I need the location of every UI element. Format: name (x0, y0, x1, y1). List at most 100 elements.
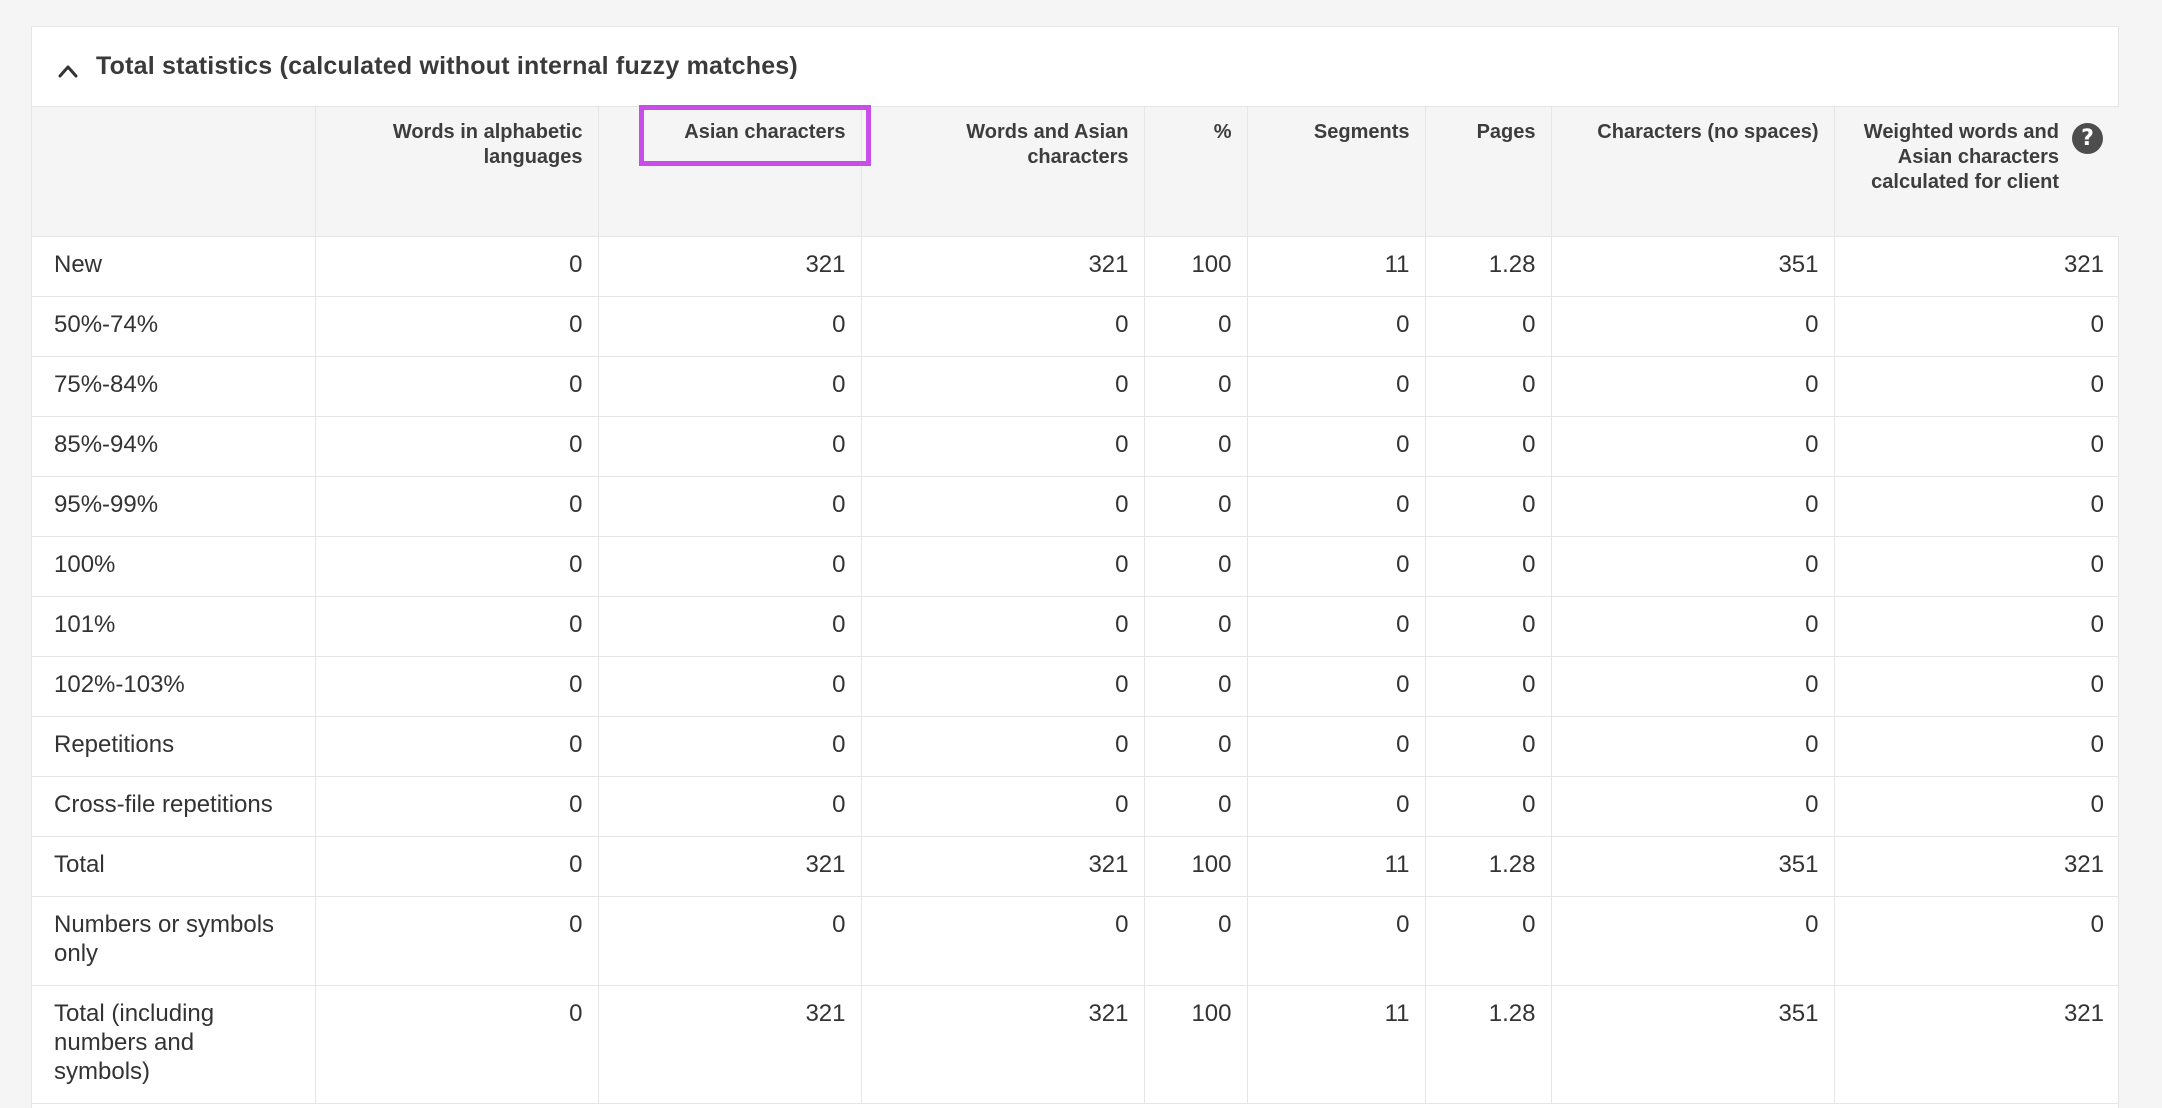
table-cell: 0 (314, 536, 599, 597)
table-cell: 0 (1424, 416, 1552, 477)
table-cell: 321 (597, 985, 862, 1104)
table-cell: 0 (1246, 716, 1426, 777)
table-cell: 0 (314, 896, 599, 986)
table-cell: 321 (597, 236, 862, 297)
row-label: Repetitions (32, 716, 316, 777)
table-cell: 321 (1833, 236, 2119, 297)
table-row-total-including-numbers-and-symbols: Total (including numbers and symbols) 0 32… (32, 985, 2119, 1104)
table-cell: 0 (597, 776, 862, 837)
table-cell: 0 (1550, 596, 1835, 657)
table-cell: 0 (314, 985, 599, 1104)
row-label: 100% (32, 536, 316, 597)
table-cell: 351 (1550, 836, 1835, 897)
table-row-total: Total 0 321 321 100 11 1.28 351 321 (32, 836, 2119, 897)
table-cell: 11 (1246, 985, 1426, 1104)
table-cell: 321 (860, 836, 1145, 897)
table-cell: 0 (1550, 716, 1835, 777)
table-cell: 0 (597, 656, 862, 717)
table-cell: 0 (597, 356, 862, 417)
table-cell: 321 (860, 985, 1145, 1104)
table-cell: 0 (1143, 716, 1248, 777)
row-label: Total (including numbers and symbols) (32, 985, 316, 1104)
table-cell: 0 (860, 416, 1145, 477)
table-cell: 0 (860, 656, 1145, 717)
table-cell: 0 (1424, 356, 1552, 417)
statistics-table: Words in alphabetic languages Asian char… (32, 105, 2119, 1104)
col-header-weighted-words: Weighted words and Asian characters calc… (1833, 106, 2119, 237)
table-cell: 0 (1143, 416, 1248, 477)
col-header-words-alphabetic: Words in alphabetic languages (314, 106, 599, 237)
table-row-cross-file-repetitions: Cross-file repetitions 0 0 0 0 0 0 0 0 (32, 776, 2119, 837)
row-label: 102%-103% (32, 656, 316, 717)
table-cell: 0 (1833, 416, 2119, 477)
row-label: 95%-99% (32, 476, 316, 537)
row-label: 101% (32, 596, 316, 657)
table-cell: 100 (1143, 985, 1248, 1104)
chevron-up-icon[interactable] (54, 57, 82, 85)
table-cell: 0 (1246, 296, 1426, 357)
table-cell: 0 (860, 776, 1145, 837)
table-header-row: Words in alphabetic languages Asian char… (32, 105, 2119, 237)
panel-title: Total statistics (calculated without int… (96, 52, 798, 80)
table-cell: 1.28 (1424, 836, 1552, 897)
table-cell: 11 (1246, 836, 1426, 897)
table-cell: 0 (1424, 536, 1552, 597)
table-cell: 321 (1833, 985, 2119, 1104)
table-cell: 321 (860, 236, 1145, 297)
table-cell: 0 (1550, 476, 1835, 537)
table-row-75-84: 75%-84% 0 0 0 0 0 0 0 0 (32, 356, 2119, 417)
table-cell: 0 (1833, 476, 2119, 537)
table-cell: 351 (1550, 985, 1835, 1104)
table-cell: 0 (597, 716, 862, 777)
table-cell: 0 (1550, 416, 1835, 477)
table-cell: 0 (597, 536, 862, 597)
table-cell: 0 (597, 416, 862, 477)
table-row-101: 101% 0 0 0 0 0 0 0 0 (32, 596, 2119, 657)
table-cell: 0 (1246, 356, 1426, 417)
table-cell: 0 (1424, 896, 1552, 986)
table-cell: 0 (1833, 356, 2119, 417)
table-cell: 0 (860, 716, 1145, 777)
col-header-characters-no-spaces: Characters (no spaces) (1550, 106, 1835, 237)
question-mark-icon[interactable]: ? (2072, 123, 2103, 154)
row-label: 50%-74% (32, 296, 316, 357)
table-cell: 0 (1833, 656, 2119, 717)
table-cell: 0 (1550, 896, 1835, 986)
table-cell: 0 (597, 296, 862, 357)
table-cell: 0 (1550, 536, 1835, 597)
table-cell: 321 (597, 836, 862, 897)
total-statistics-panel: Total statistics (calculated without int… (31, 26, 2119, 1108)
table-cell: 11 (1246, 236, 1426, 297)
table-cell: 100 (1143, 236, 1248, 297)
table-cell: 0 (1424, 776, 1552, 837)
table-cell: 0 (1424, 656, 1552, 717)
table-cell: 0 (314, 596, 599, 657)
table-cell: 0 (597, 596, 862, 657)
table-cell: 0 (1833, 596, 2119, 657)
table-row-50-74: 50%-74% 0 0 0 0 0 0 0 0 (32, 296, 2119, 357)
table-cell: 0 (1246, 776, 1426, 837)
panel-header[interactable]: Total statistics (calculated without int… (32, 27, 2118, 106)
table-cell: 0 (597, 896, 862, 986)
table-cell: 0 (314, 356, 599, 417)
table-cell: 321 (1833, 836, 2119, 897)
table-cell: 0 (1424, 596, 1552, 657)
col-header-category (32, 106, 316, 237)
row-label: 75%-84% (32, 356, 316, 417)
col-header-percent: % (1143, 106, 1248, 237)
table-row-numbers-or-symbols-only: Numbers or symbols only 0 0 0 0 0 0 0 0 (32, 896, 2119, 986)
table-row-100: 100% 0 0 0 0 0 0 0 0 (32, 536, 2119, 597)
table-cell: 0 (314, 416, 599, 477)
table-cell: 0 (314, 716, 599, 777)
table-cell: 0 (597, 476, 862, 537)
table-cell: 0 (1833, 776, 2119, 837)
table-cell: 0 (1143, 776, 1248, 837)
table-cell: 0 (1143, 656, 1248, 717)
table-cell: 0 (1550, 776, 1835, 837)
table-cell: 0 (314, 296, 599, 357)
table-row-85-94: 85%-94% 0 0 0 0 0 0 0 0 (32, 416, 2119, 477)
table-cell: 100 (1143, 836, 1248, 897)
table-cell: 0 (1143, 296, 1248, 357)
table-cell: 0 (1833, 296, 2119, 357)
col-header-words-and-asian: Words and Asian characters (860, 106, 1145, 237)
